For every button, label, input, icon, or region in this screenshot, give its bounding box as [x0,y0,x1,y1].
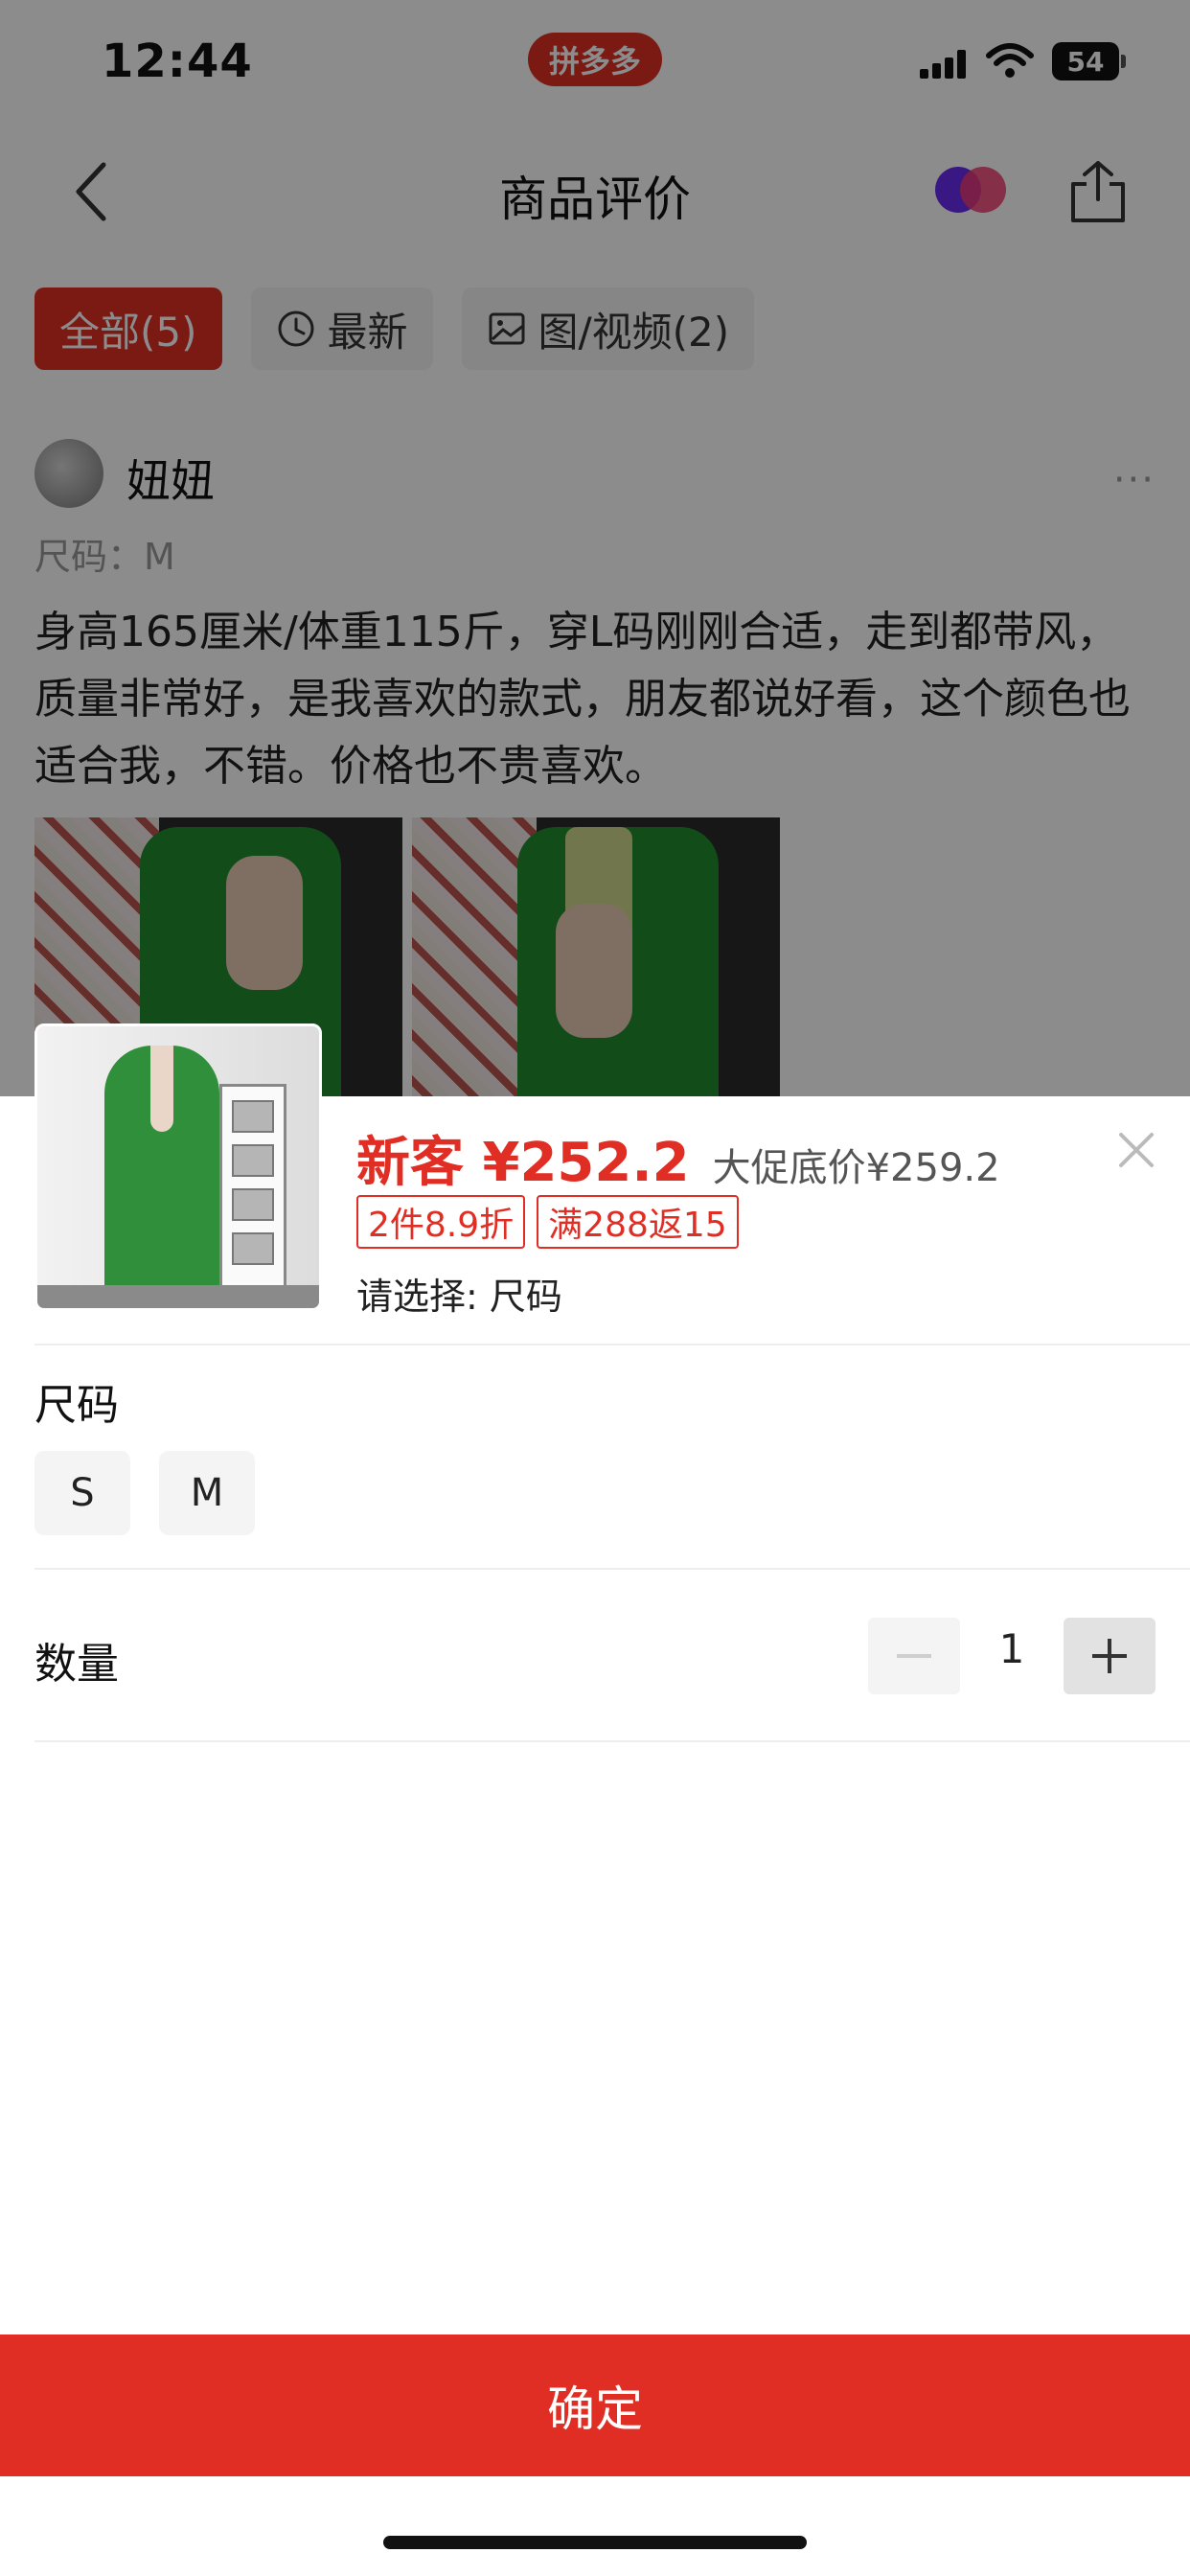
divider [34,1568,1190,1570]
promo-tag: 2件8.9折 [356,1195,526,1249]
promo-tags: 2件8.9折 满288返15 [356,1195,739,1249]
promo-tag: 满288返15 [537,1195,739,1249]
quantity-increase-button[interactable] [1064,1618,1156,1694]
quantity-value[interactable]: 1 [960,1625,1064,1672]
size-section-title: 尺码 [34,1381,119,1430]
divider [34,1740,1190,1742]
product-image[interactable] [34,1024,322,1311]
page: 12:44 拼多多 54 商品评价 全部(5) 最新 图/视频(2) 妞妞 ··… [0,0,1190,2576]
size-option-s[interactable]: S [34,1451,130,1535]
quantity-decrease-button[interactable] [868,1618,960,1694]
price-line: 新客 ¥252.2 大促底价¥259.2 [356,1119,1000,1197]
size-options: S M [34,1451,255,1535]
home-indicator[interactable] [383,2536,807,2549]
quantity-label: 数量 [34,1640,119,1689]
minus-icon [897,1654,931,1658]
new-customer-price: 新客 ¥252.2 [356,1132,690,1194]
confirm-button[interactable]: 确定 [0,2334,1190,2476]
modal-overlay[interactable] [0,0,1190,1096]
selection-hint: 请选择: 尺码 [356,1276,562,1318]
promo-floor-price: 大促底价¥259.2 [712,1146,1000,1190]
close-icon[interactable] [1115,1129,1157,1171]
size-option-m[interactable]: M [159,1451,255,1535]
divider [34,1344,1190,1346]
